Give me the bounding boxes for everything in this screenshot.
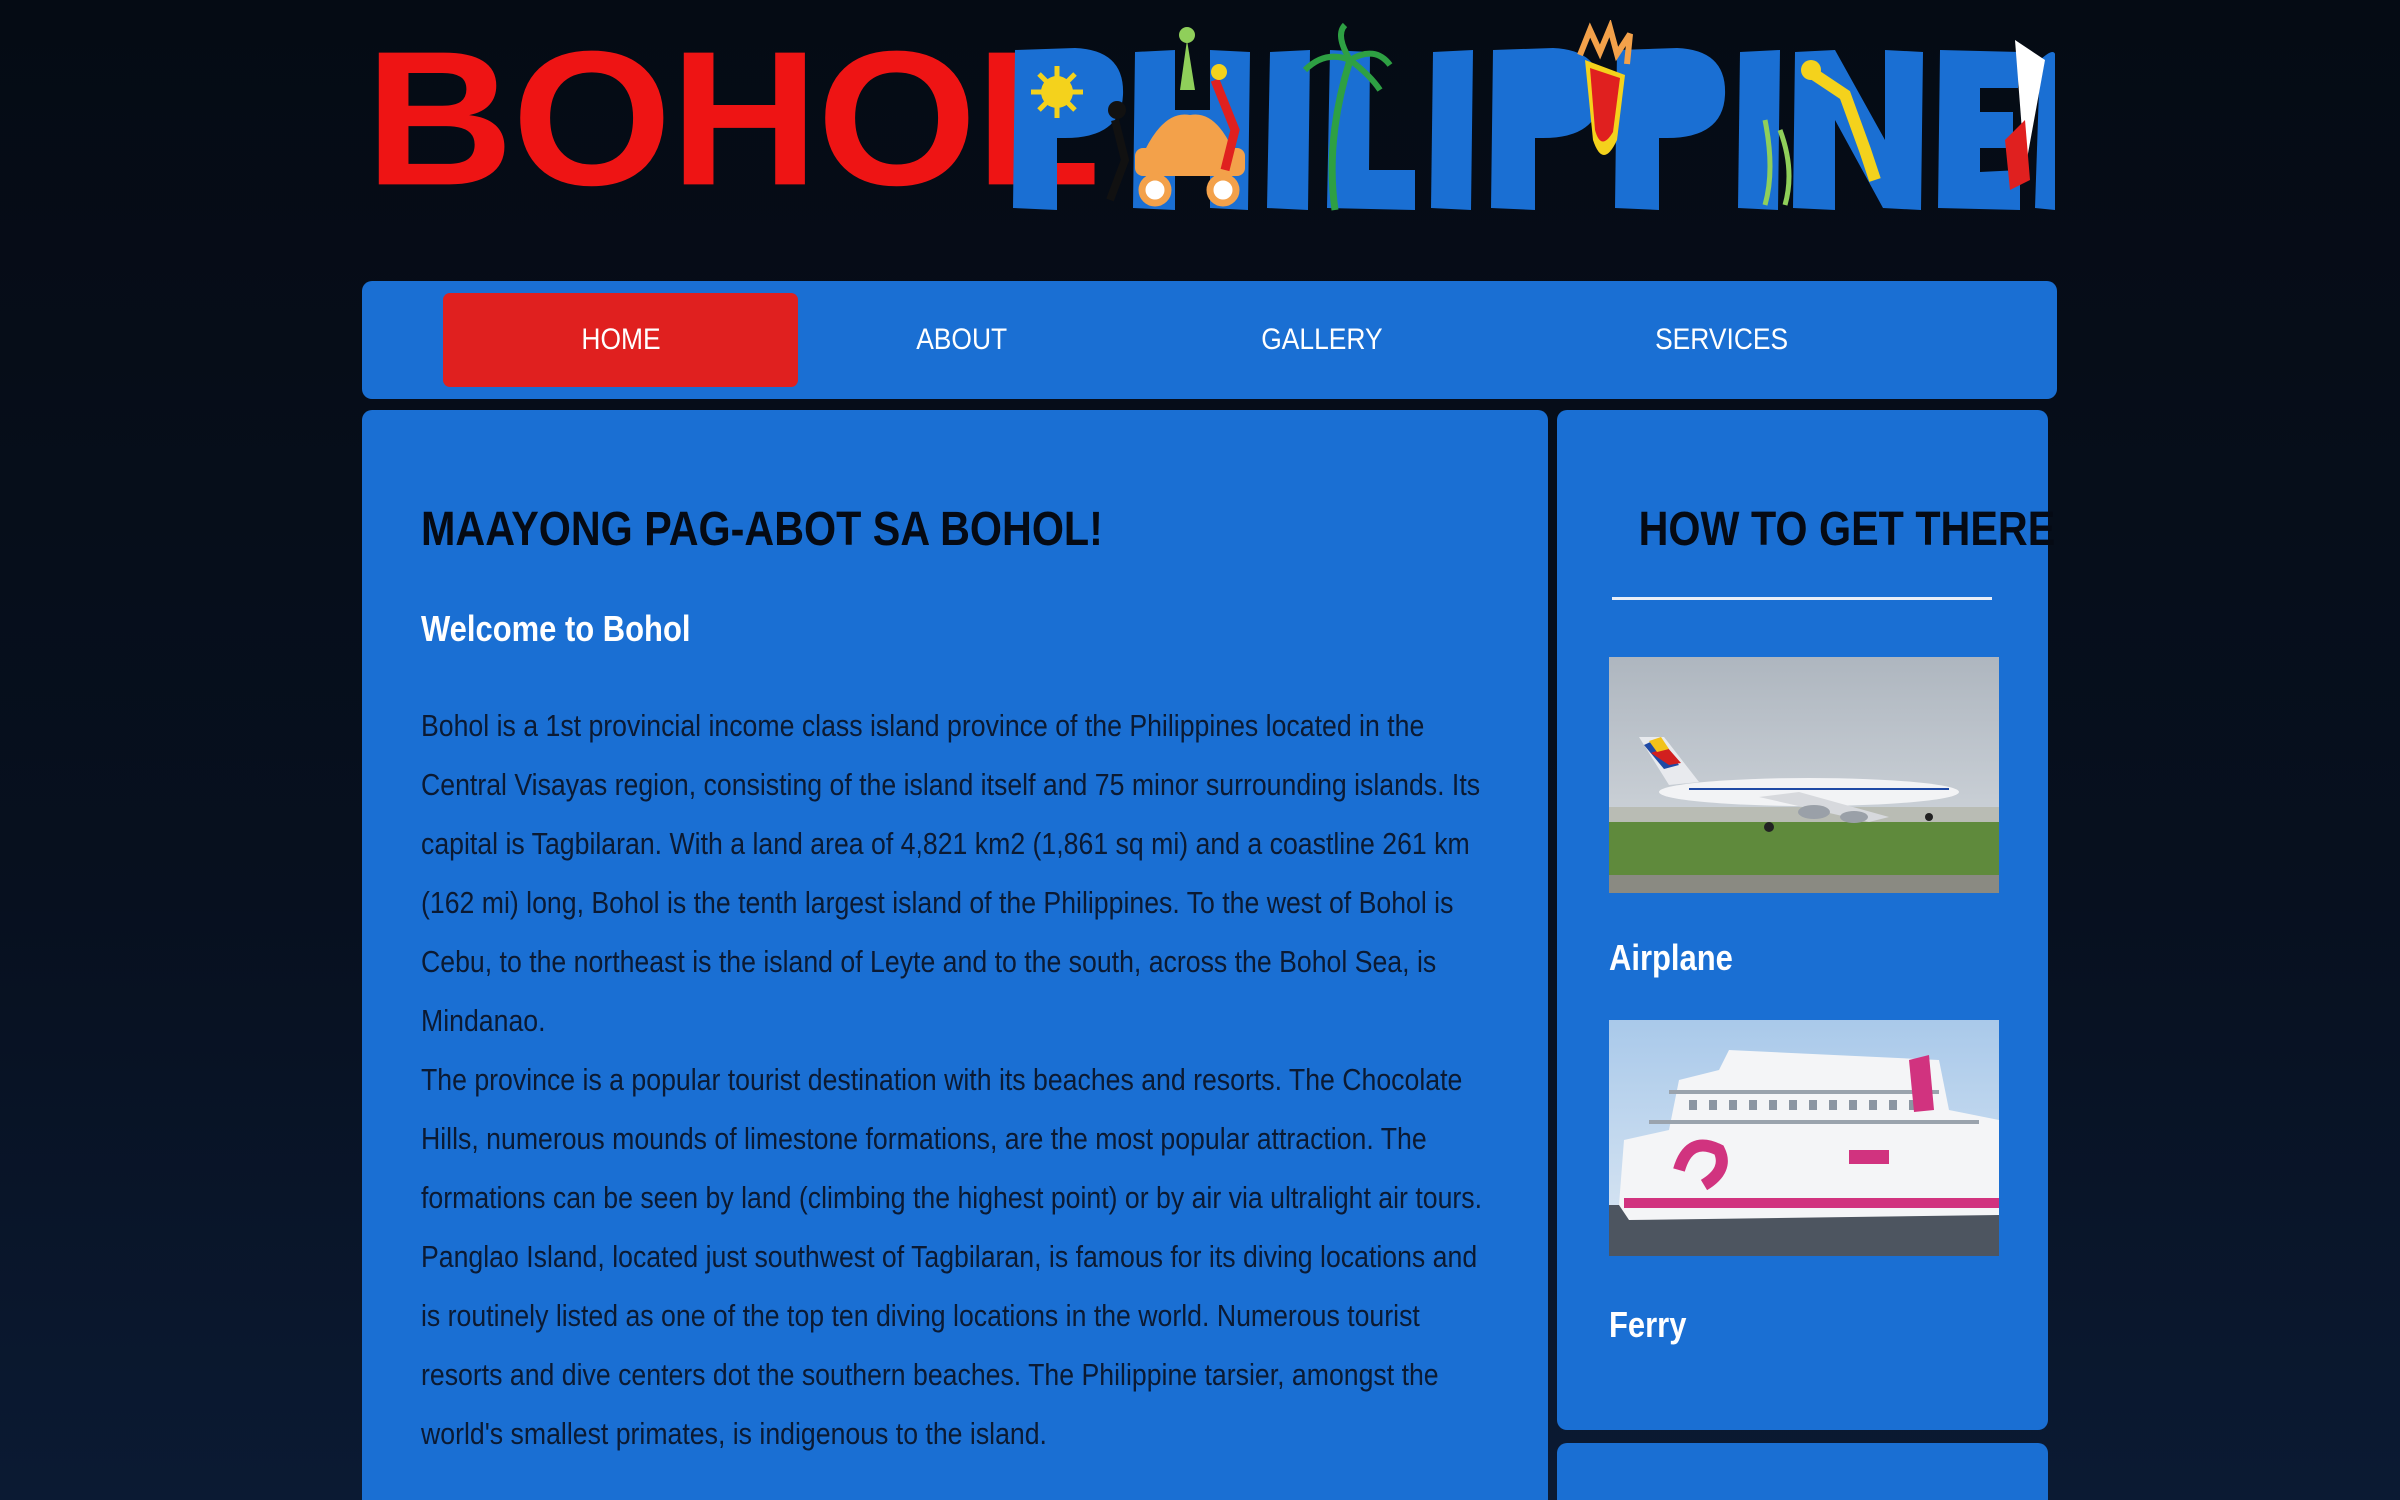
logo-word-bohol: BOHOL <box>365 11 1101 226</box>
sidebar-title: HOW TO GET THERE <box>1638 503 2056 556</box>
page-subtitle: Welcome to Bohol <box>421 608 691 649</box>
logo-word-philippines <box>1013 20 2055 211</box>
nav-about-label: ABOUT <box>916 323 1008 356</box>
nav-services-label: SERVICES <box>1655 323 1789 356</box>
airplane-caption[interactable]: Airplane <box>1609 937 1733 979</box>
how-to-get-there-panel: HOW TO GET THERE Airplane Ferry <box>1557 410 2056 1430</box>
page-title: MAAYONG PAG-ABOT SA BOHOL! <box>421 503 1103 556</box>
nav-home-label: HOME <box>580 323 661 356</box>
sidebar-divider <box>1612 597 1992 600</box>
intro-paragraph: Bohol is a 1st provincial income class i… <box>421 708 1481 1038</box>
secondary-sidebar-panel <box>1557 1443 2048 1500</box>
main-content-panel: MAAYONG PAG-ABOT SA BOHOL! Welcome to Bo… <box>362 410 1548 1500</box>
nav-gallery[interactable]: GALLERY <box>1162 293 1482 387</box>
nav-gallery-label: GALLERY <box>1261 323 1383 356</box>
ferry-caption[interactable]: Ferry <box>1609 1304 1686 1346</box>
page: BOHOL HOME ABOUT GALLERY SERVICES MAAYON… <box>0 0 2400 1500</box>
airplane-photo[interactable] <box>1609 657 1999 893</box>
ferry-photo[interactable] <box>1609 1020 1999 1256</box>
site-logo[interactable]: BOHOL <box>365 20 2055 220</box>
nav-home[interactable]: HOME <box>443 293 798 387</box>
main-navigation: HOME ABOUT GALLERY SERVICES <box>362 281 2057 399</box>
nav-about[interactable]: ABOUT <box>802 293 1122 387</box>
tourism-paragraph: The province is a popular tourist destin… <box>421 1062 1483 1451</box>
nav-services[interactable]: SERVICES <box>1552 293 1892 387</box>
